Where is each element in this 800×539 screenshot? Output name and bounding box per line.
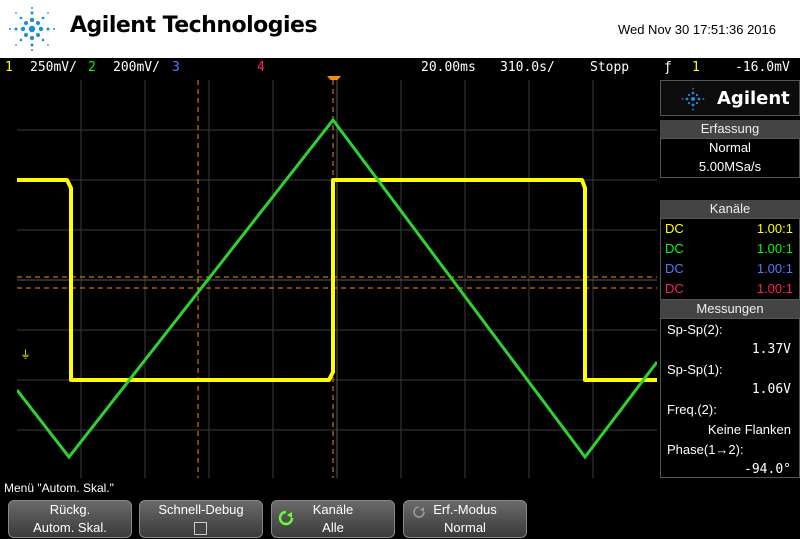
delay[interactable]: 310.0s/ <box>500 58 555 78</box>
trigger-level[interactable]: -16.0mV <box>735 58 790 78</box>
channel-row-4[interactable]: DC 1.00:1 <box>665 279 793 299</box>
softkey-4-value: Normal <box>444 520 486 535</box>
ch4-number[interactable]: 4 <box>257 58 265 78</box>
graticule-center <box>17 80 657 478</box>
panel-logo: Agilent <box>660 80 800 116</box>
trigger-edge-icon: ƒ <box>664 60 672 75</box>
waveform-svg <box>17 80 657 478</box>
ch4-probe-ratio: 1.00:1 <box>756 281 793 296</box>
ch2-probe-ratio: 1.00:1 <box>756 241 793 256</box>
fast-debug-checkbox[interactable] <box>194 522 207 535</box>
meas-value-ptp-ch1: 1.06V <box>751 382 791 397</box>
softkey-1-value: Autom. Skal. <box>33 520 107 535</box>
softkey-3-label: Kanäle <box>312 502 354 517</box>
ch1-scale[interactable]: 250mV/ <box>30 58 77 78</box>
trigger-channel[interactable]: 1 <box>692 58 700 78</box>
brand-title: Agilent Technologies <box>70 13 318 38</box>
ch3-number[interactable]: 3 <box>172 58 180 78</box>
agilent-small-logo-icon <box>681 87 705 111</box>
meas-label-phase: Phase(1→2): <box>667 442 744 457</box>
softkey-fast-debug[interactable]: Schnell-Debug <box>139 500 263 538</box>
softkey-4-label: Erf.-Modus <box>433 502 497 517</box>
channel-row-1[interactable]: DC 1.00:1 <box>665 219 793 239</box>
acquisition-header[interactable]: Erfassung <box>660 120 800 138</box>
status-bar: 1 250mV/ 2 200mV/ 3 4 20.00ms 310.0s/ St… <box>0 58 800 78</box>
ch1-coupling: DC <box>665 221 684 236</box>
channels-header[interactable]: Kanäle <box>660 200 800 218</box>
ch4-coupling: DC <box>665 281 684 296</box>
side-panel: Agilent Erfassung Normal 5.00MSa/s Kanäl… <box>660 80 800 478</box>
acquisition-mode: Normal <box>709 140 751 155</box>
channels-section[interactable]: DC 1.00:1 DC 1.00:1 DC 1.00:1 DC 1.00:1 <box>660 218 800 300</box>
ch1-number[interactable]: 1 <box>5 58 13 78</box>
softkey-2-label: Schnell-Debug <box>158 502 244 517</box>
ch3-coupling: DC <box>665 261 684 276</box>
run-state: Stopp <box>590 60 630 75</box>
meas-label-ptp-ch2: Sp-Sp(2): <box>667 322 723 337</box>
meas-value-ptp-ch2: 1.37V <box>751 342 791 357</box>
meas-label-ptp-ch1: Sp-Sp(1): <box>667 362 723 377</box>
meas-value-phase: -94.0° <box>744 462 791 477</box>
sample-rate: 5.00MSa/s <box>698 159 762 174</box>
channel-row-2[interactable]: DC 1.00:1 <box>665 239 793 259</box>
softkey-channels[interactable]: Kanäle Alle <box>271 500 395 538</box>
meas-value-freq-ch2: Keine Flanken <box>707 422 791 437</box>
softkey-undo-autoscale[interactable]: Rückg. Autom. Skal. <box>8 500 132 538</box>
ch1-probe-ratio: 1.00:1 <box>756 221 793 236</box>
header-bar: Agilent Technologies Wed Nov 30 17:51:36… <box>0 0 800 58</box>
waveform-display[interactable]: ⏚ <box>17 80 657 478</box>
meas-label-freq-ch2: Freq.(2): <box>667 402 717 417</box>
ch2-scale[interactable]: 200mV/ <box>113 58 160 78</box>
acquisition-section[interactable]: Normal 5.00MSa/s <box>660 138 800 178</box>
softkey-3-value: Alle <box>322 520 344 535</box>
ch2-coupling: DC <box>665 241 684 256</box>
softkey-acquisition-mode[interactable]: Erf.-Modus Normal <box>403 500 527 538</box>
panel-brand: Agilent <box>717 88 790 109</box>
agilent-logo-icon <box>9 7 55 51</box>
measurements-header[interactable]: Messungen <box>660 300 800 318</box>
datetime: Wed Nov 30 17:51:36 2016 <box>617 22 776 37</box>
measurements-section[interactable]: Sp-Sp(2): 1.37V Sp-Sp(1): 1.06V Freq.(2)… <box>660 318 800 478</box>
channel-row-3[interactable]: DC 1.00:1 <box>665 259 793 279</box>
ch2-number[interactable]: 2 <box>88 58 96 78</box>
timebase[interactable]: 20.00ms <box>421 58 476 78</box>
menu-title: Menü "Autom. Skal." <box>4 481 114 495</box>
ch3-probe-ratio: 1.00:1 <box>756 261 793 276</box>
softkey-1-label: Rückg. <box>49 502 91 517</box>
ground-reference-icon: ⏚ <box>20 348 31 361</box>
